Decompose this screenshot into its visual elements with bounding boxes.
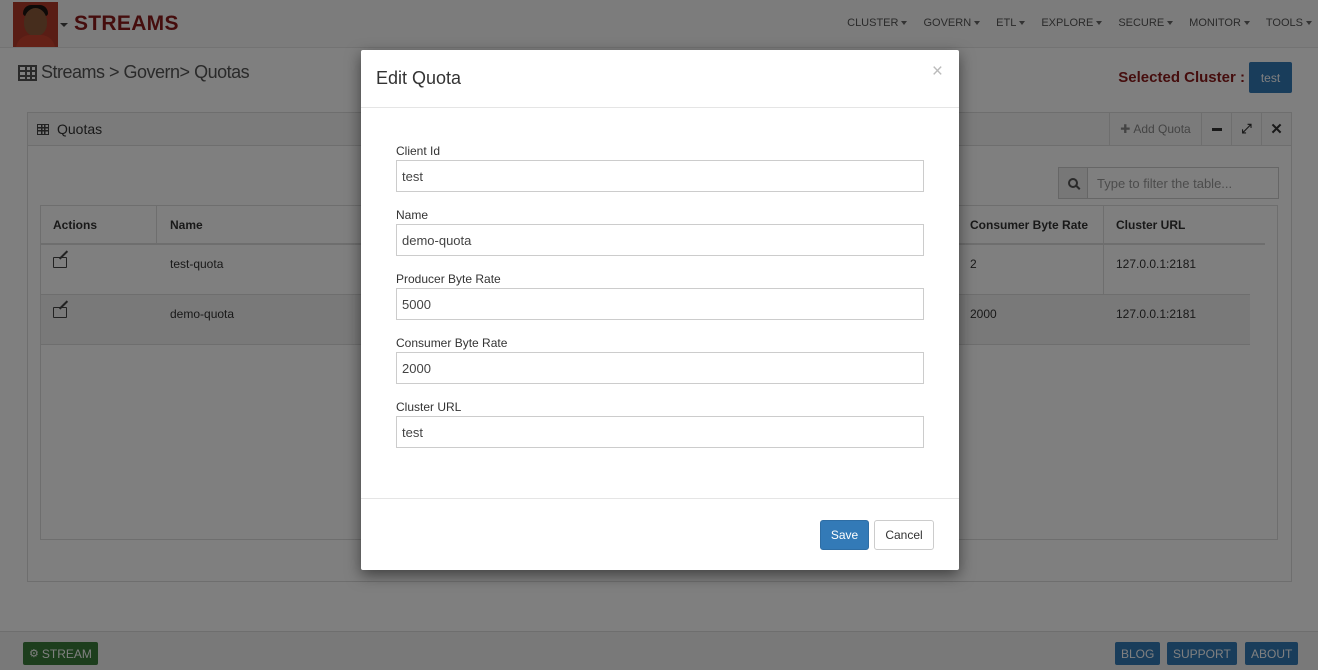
name-field[interactable]: demo-quota — [396, 224, 924, 256]
cancel-button[interactable]: Cancel — [874, 520, 934, 550]
client-id-label: Client Id — [396, 144, 441, 158]
producer-byte-rate-field[interactable]: 5000 — [396, 288, 924, 320]
cluster-url-label: Cluster URL — [396, 400, 462, 414]
close-icon[interactable]: × — [932, 62, 943, 81]
name-label: Name — [396, 208, 429, 222]
save-button[interactable]: Save — [820, 520, 869, 550]
producer-byte-rate-label: Producer Byte Rate — [396, 272, 501, 286]
client-id-field[interactable]: test — [396, 160, 924, 192]
modal-footer: Save Cancel — [361, 498, 959, 570]
consumer-byte-rate-label: Consumer Byte Rate — [396, 336, 508, 350]
consumer-byte-rate-field[interactable]: 2000 — [396, 352, 924, 384]
edit-quota-modal: Edit Quota × Client Id test Name demo-qu… — [361, 50, 959, 570]
cluster-url-field[interactable]: test — [396, 416, 924, 448]
modal-header: Edit Quota × — [361, 50, 959, 108]
modal-title: Edit Quota — [376, 68, 462, 88]
